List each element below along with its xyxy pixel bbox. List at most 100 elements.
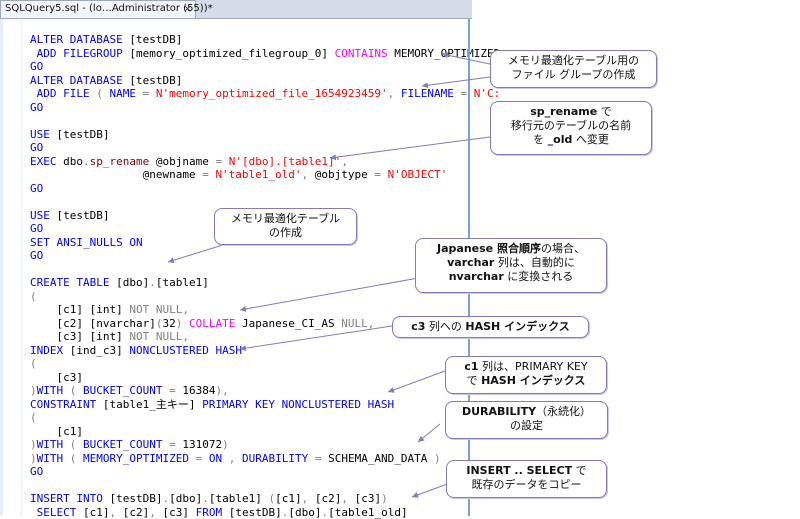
code-line[interactable]: GO — [30, 60, 500, 74]
code-line[interactable]: GO — [30, 182, 500, 196]
code-line[interactable]: GO — [30, 101, 500, 115]
code-line[interactable]: [c3] — [30, 371, 500, 385]
code-token: N'memory_optimized_file_1654923459' — [156, 87, 388, 100]
code-token: = — [202, 168, 215, 181]
code-token: . — [83, 155, 90, 168]
code-token: BUCKET_COUNT — [83, 438, 169, 451]
code-token: INDEX — [30, 344, 70, 357]
code-token: = — [169, 438, 182, 451]
code-token: [ind_c3] — [70, 344, 130, 357]
code-token: [table1_主キー] — [103, 398, 202, 411]
code-line[interactable]: )WITH ( BUCKET_COUNT = 16384), — [30, 384, 500, 398]
code-token: SET ANSI_NULLS ON — [30, 236, 143, 249]
code-token: [c2] [nvarchar] — [30, 317, 156, 330]
code-token: WITH — [37, 452, 70, 465]
code-token: , — [302, 492, 315, 505]
code-token: = — [215, 155, 228, 168]
code-token: ( — [70, 438, 83, 451]
code-line[interactable]: GO — [30, 141, 500, 155]
code-token: [c1] — [83, 506, 110, 519]
code-token: @objtype — [315, 168, 375, 181]
code-line[interactable]: ( — [30, 357, 500, 371]
code-token — [30, 47, 37, 60]
code-token: ADD FILEGROUP — [37, 47, 130, 60]
code-token: [c3] — [355, 492, 382, 505]
code-token: [c3] — [30, 371, 83, 384]
code-token: NOT NULL, — [129, 330, 189, 343]
code-token: ALTER DATABASE — [30, 33, 129, 46]
code-token: , — [149, 506, 162, 519]
callout-sp-rename: sp_rename で 移行元のテーブルの名前 を _old へ変更 — [490, 101, 652, 155]
code-token: [dbo] — [116, 276, 149, 289]
code-line[interactable]: ALTER DATABASE [testDB] — [30, 74, 500, 88]
code-token: [testDB] — [109, 492, 162, 505]
code-line[interactable] — [30, 114, 500, 128]
code-token: NULL, — [341, 317, 374, 330]
code-line[interactable]: CONSTRAINT [table1_主キー] PRIMARY KEY NONC… — [30, 398, 500, 412]
code-token: 32 — [162, 317, 175, 330]
code-token: NOT NULL, — [129, 303, 189, 316]
code-line[interactable] — [30, 195, 500, 209]
code-token: INSERT INTO — [30, 492, 109, 505]
code-token: ( — [96, 87, 109, 100]
code-token: = — [374, 168, 387, 181]
code-line[interactable]: INDEX [ind_c3] NONCLUSTERED HASH — [30, 344, 500, 358]
code-token: GO — [30, 182, 43, 195]
callout-filegroup: メモリ最適化テーブル用の ファイル グループの作成 — [490, 50, 657, 88]
code-line[interactable] — [30, 479, 500, 493]
code-token: ( — [30, 411, 37, 424]
code-token: , — [341, 492, 354, 505]
code-line[interactable]: ALTER DATABASE [testDB] — [30, 33, 500, 47]
code-token: = — [169, 384, 182, 397]
callout-insert-select: INSERT .. SELECT で 既存のデータをコピー — [446, 460, 607, 498]
code-token: , — [302, 168, 315, 181]
code-token: GO — [30, 141, 43, 154]
code-token: ( — [30, 357, 37, 370]
code-token: ), — [215, 384, 228, 397]
code-token: = — [196, 452, 209, 465]
code-token: N'[dbo].[table1]' — [229, 155, 342, 168]
code-token — [30, 87, 37, 100]
code-line[interactable]: @newname = N'table1_old', @objtype = N'O… — [30, 168, 500, 182]
code-line[interactable]: ADD FILE ( NAME = N'memory_optimized_fil… — [30, 87, 500, 101]
code-token: ADD FILE — [37, 87, 97, 100]
code-token: WITH — [37, 438, 70, 451]
code-line[interactable]: SELECT [c1], [c2], [c3] FROM [testDB].[d… — [30, 506, 500, 519]
code-token: [testDB] — [129, 33, 182, 46]
code-token: ) — [222, 438, 229, 451]
code-line[interactable]: )WITH ( BUCKET_COUNT = 131072) — [30, 438, 500, 452]
code-token: @newname — [30, 168, 202, 181]
code-line[interactable]: [c1] [int] NOT NULL, — [30, 303, 500, 317]
code-line[interactable]: )WITH ( MEMORY_OPTIMIZED = ON , DURABILI… — [30, 452, 500, 466]
code-token: ) — [381, 492, 388, 505]
code-token: FILENAME — [401, 87, 461, 100]
code-token: DURABILITY — [242, 452, 315, 465]
code-line[interactable]: GO — [30, 465, 500, 479]
code-token: , — [388, 87, 401, 100]
code-token: GO — [30, 249, 43, 262]
code-line[interactable]: USE [testDB] — [30, 128, 500, 142]
code-line[interactable]: EXEC dbo.sp_rename @objname = N'[dbo].[t… — [30, 155, 500, 169]
close-icon[interactable]: × — [183, 2, 192, 15]
tab-sqlquery5[interactable]: SQLQuery5.sql - (lo…Administrator (55))*… — [0, 0, 196, 18]
code-token: BUCKET_COUNT — [83, 384, 169, 397]
code-token: PRIMARY KEY NONCLUSTERED HASH — [202, 398, 394, 411]
code-token: ALTER DATABASE — [30, 74, 129, 87]
code-line[interactable]: INSERT INTO [testDB].[dbo].[table1] ([c1… — [30, 492, 500, 506]
code-token: [testDB] — [229, 506, 282, 519]
document-tab-bar: SQLQuery5.sql - (lo…Administrator (55))*… — [0, 0, 472, 19]
code-line[interactable]: [c1] — [30, 425, 500, 439]
callout-create-table: メモリ最適化テーブル の作成 — [214, 208, 357, 245]
code-token: COLLATE — [189, 317, 242, 330]
code-token: [c1] — [30, 425, 83, 438]
code-token: [dbo] — [288, 506, 321, 519]
code-line[interactable]: ( — [30, 411, 500, 425]
code-token: [memory_optimized_filegroup_0] — [129, 47, 334, 60]
code-token: ( — [70, 384, 83, 397]
code-token: [testDB] — [57, 128, 110, 141]
code-token: [testDB] — [57, 209, 110, 222]
code-line[interactable]: ADD FILEGROUP [memory_optimized_filegrou… — [30, 47, 500, 61]
callout-japanese-collation: Japanese 照合順序の場合、 varchar 列は、自動的に nvarch… — [415, 238, 607, 293]
code-token: = — [315, 452, 328, 465]
code-token: . — [202, 492, 209, 505]
